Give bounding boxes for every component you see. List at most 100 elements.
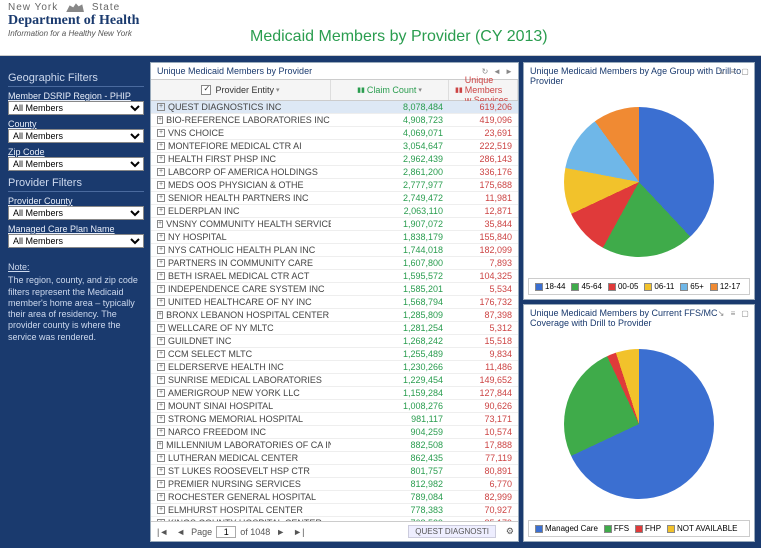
legend-item[interactable]: 45-64 — [571, 282, 601, 291]
region-select[interactable]: All Members — [8, 101, 144, 115]
maximize-icon[interactable]: ▢ — [740, 66, 750, 76]
col-provider[interactable]: Provider Entity▾ — [151, 80, 331, 100]
gear-icon[interactable]: ⚙ — [506, 526, 514, 537]
pager-last[interactable]: ►| — [291, 527, 306, 537]
maximize-icon[interactable]: ▢ — [740, 308, 750, 318]
table-row[interactable]: +ELMHURST HOSPITAL CENTER778,38370,927 — [151, 504, 518, 517]
expand-icon[interactable]: + — [157, 311, 163, 319]
table-row[interactable]: +ST LUKES ROOSEVELT HSP CTR801,75780,891 — [151, 465, 518, 478]
table-row[interactable]: +MEDS OOS PHYSICIAN & OTHE2,777,977175,6… — [151, 179, 518, 192]
expand-icon[interactable]: + — [157, 324, 165, 332]
legend-item[interactable]: 65+ — [680, 282, 704, 291]
pager-prev[interactable]: ◄ — [174, 527, 187, 537]
expand-icon[interactable]: + — [157, 181, 165, 189]
table-row[interactable]: +PREMIER NURSING SERVICES812,9826,770 — [151, 478, 518, 491]
col-claim-count[interactable]: ▮▮Claim Count▾ — [331, 80, 449, 100]
pcounty-select[interactable]: All Members — [8, 206, 144, 220]
pie-chart-age[interactable] — [564, 107, 714, 257]
table-row[interactable]: +INDEPENDENCE CARE SYSTEM INC1,585,2015,… — [151, 283, 518, 296]
table-row[interactable]: +VNS CHOICE4,069,07123,691 — [151, 127, 518, 140]
legend-item[interactable]: FFS — [604, 524, 629, 533]
pie-chart-coverage[interactable] — [564, 349, 714, 499]
table-row[interactable]: +KINGS COUNTY HOSPITAL CENTER768,52985,1… — [151, 517, 518, 521]
menu-icon[interactable]: ≡ — [728, 66, 738, 76]
county-select[interactable]: All Members — [8, 129, 144, 143]
pager-next[interactable]: ► — [274, 527, 287, 537]
col-unique-members[interactable]: ▮▮Unique Members w Services — [449, 80, 518, 100]
table-body[interactable]: +QUEST DIAGNOSTICS INC8,078,484619,206+B… — [151, 101, 518, 521]
expand-icon[interactable]: + — [157, 155, 165, 163]
table-row[interactable]: +NYS CATHOLIC HEALTH PLAN INC1,744,01818… — [151, 244, 518, 257]
sort-icon[interactable]: ▾ — [276, 86, 280, 94]
expand-icon[interactable]: + — [157, 207, 165, 215]
table-row[interactable]: +NY HOSPITAL1,838,179155,840 — [151, 231, 518, 244]
drill-icon[interactable]: ↘ — [716, 308, 726, 318]
table-row[interactable]: +STRONG MEMORIAL HOSPITAL981,11773,171 — [151, 413, 518, 426]
expand-icon[interactable]: + — [157, 337, 165, 345]
table-row[interactable]: +UNITED HEALTHCARE OF NY INC1,568,794176… — [151, 296, 518, 309]
zip-select[interactable]: All Members — [8, 157, 144, 171]
expand-icon[interactable]: + — [157, 428, 165, 436]
table-row[interactable]: +WELLCARE OF NY MLTC1,281,2545,312 — [151, 322, 518, 335]
table-row[interactable]: +GUILDNET INC1,268,24215,518 — [151, 335, 518, 348]
legend-item[interactable]: 06-11 — [644, 282, 674, 291]
table-row[interactable]: +SUNRISE MEDICAL LABORATORIES1,229,45414… — [151, 374, 518, 387]
table-row[interactable]: +NARCO FREEDOM INC904,25910,574 — [151, 426, 518, 439]
table-row[interactable]: +ELDERPLAN INC2,063,11012,871 — [151, 205, 518, 218]
legend-item[interactable]: Managed Care — [535, 524, 598, 533]
expand-icon[interactable]: + — [157, 116, 163, 124]
table-row[interactable]: +AMERIGROUP NEW YORK LLC1,159,284127,844 — [151, 387, 518, 400]
drill-icon[interactable]: ↘ — [716, 66, 726, 76]
expand-icon[interactable]: + — [157, 493, 165, 501]
table-row[interactable]: +HEALTH FIRST PHSP INC2,962,439286,143 — [151, 153, 518, 166]
table-row[interactable]: +SENIOR HEALTH PARTNERS INC2,749,47211,9… — [151, 192, 518, 205]
expand-icon[interactable]: + — [157, 376, 165, 384]
expand-icon[interactable]: + — [157, 246, 165, 254]
legend-item[interactable]: 12-17 — [710, 282, 740, 291]
table-row[interactable]: +BRONX LEBANON HOSPITAL CENTER1,285,8098… — [151, 309, 518, 322]
expand-icon[interactable]: + — [157, 168, 165, 176]
table-row[interactable]: +MONTEFIORE MEDICAL CTR AI3,054,647222,5… — [151, 140, 518, 153]
expand-icon[interactable]: + — [157, 519, 165, 521]
table-row[interactable]: +LUTHERAN MEDICAL CENTER862,43577,119 — [151, 452, 518, 465]
expand-icon[interactable]: + — [157, 350, 165, 358]
table-row[interactable]: +QUEST DIAGNOSTICS INC8,078,484619,206 — [151, 101, 518, 114]
table-row[interactable]: +BETH ISRAEL MEDICAL CTR ACT1,595,572104… — [151, 270, 518, 283]
expand-icon[interactable]: + — [157, 103, 165, 111]
menu-icon[interactable]: ≡ — [728, 308, 738, 318]
expand-icon[interactable]: + — [157, 441, 163, 449]
table-row[interactable]: +MILLENNIUM LABORATORIES OF CA INC882,50… — [151, 439, 518, 452]
table-row[interactable]: +LABCORP OF AMERICA HOLDINGS2,861,200336… — [151, 166, 518, 179]
chart-coverage-body[interactable] — [524, 331, 754, 516]
select-all-checkbox[interactable] — [201, 85, 211, 95]
expand-icon[interactable]: + — [157, 415, 165, 423]
table-row[interactable]: +ROCHESTER GENERAL HOSPITAL789,08482,999 — [151, 491, 518, 504]
sort-icon[interactable]: ▾ — [418, 86, 422, 94]
expand-icon[interactable]: + — [157, 363, 165, 371]
pager-input[interactable] — [216, 526, 236, 538]
expand-icon[interactable]: + — [157, 194, 165, 202]
chart-age-body[interactable] — [524, 89, 754, 274]
table-row[interactable]: +VNSNY COMMUNITY HEALTH SERVICES1,907,07… — [151, 218, 518, 231]
table-row[interactable]: +CCM SELECT MLTC1,255,4899,834 — [151, 348, 518, 361]
expand-icon[interactable]: + — [157, 480, 165, 488]
expand-icon[interactable]: + — [157, 506, 165, 514]
expand-icon[interactable]: + — [157, 233, 165, 241]
expand-icon[interactable]: + — [157, 142, 165, 150]
expand-icon[interactable]: + — [157, 285, 165, 293]
expand-icon[interactable]: + — [157, 129, 165, 137]
table-row[interactable]: +ELDERSERVE HEALTH INC1,230,26611,486 — [151, 361, 518, 374]
expand-icon[interactable]: + — [157, 259, 165, 267]
expand-icon[interactable]: + — [157, 467, 165, 475]
plan-select[interactable]: All Members — [8, 234, 144, 248]
pager-first[interactable]: |◄ — [155, 527, 170, 537]
table-row[interactable]: +MOUNT SINAI HOSPITAL1,008,27690,626 — [151, 400, 518, 413]
expand-icon[interactable]: + — [157, 272, 165, 280]
legend-item[interactable]: 00-05 — [608, 282, 638, 291]
legend-item[interactable]: 18-44 — [535, 282, 565, 291]
expand-icon[interactable]: + — [157, 220, 163, 228]
table-row[interactable]: +PARTNERS IN COMMUNITY CARE1,607,8007,89… — [151, 257, 518, 270]
table-row[interactable]: +BIO-REFERENCE LABORATORIES INC4,908,723… — [151, 114, 518, 127]
expand-icon[interactable]: + — [157, 298, 165, 306]
legend-item[interactable]: FHP — [635, 524, 661, 533]
